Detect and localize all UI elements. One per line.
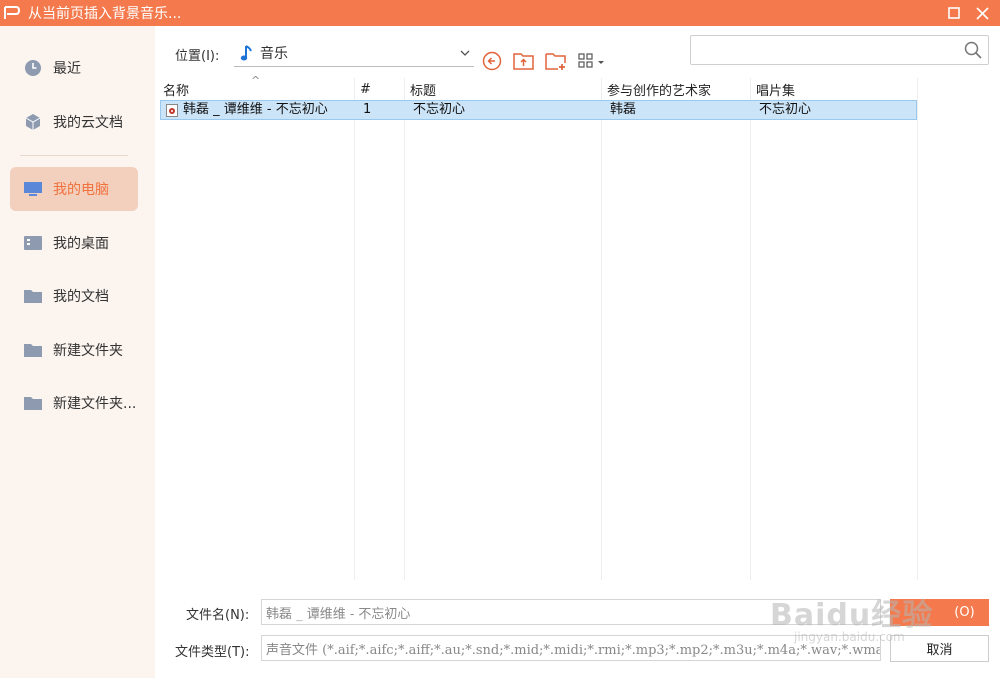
location-value: 音乐: [260, 46, 288, 62]
maximize-button[interactable]: [940, 0, 968, 26]
location-label: 位置(I):: [175, 48, 220, 64]
column-divider: [404, 78, 405, 580]
sidebar-item-cloud-docs[interactable]: 我的云文档: [10, 100, 138, 144]
up-folder-button[interactable]: [513, 50, 535, 72]
location-select[interactable]: 音乐: [234, 40, 474, 67]
column-header-artist[interactable]: 参与创作的艺术家: [601, 78, 750, 100]
close-button[interactable]: [968, 0, 996, 26]
monitor-icon: [24, 180, 42, 198]
file-list[interactable]: ^ 名称 # 标题 参与创作的艺术家 唱片集 韩磊 _ 谭维维 - 不忘初心 1…: [157, 74, 918, 580]
clock-icon: [24, 59, 42, 77]
search-box[interactable]: [690, 35, 989, 65]
sidebar-item-label: 最近: [53, 61, 81, 77]
sidebar-item-my-documents[interactable]: 我的文档: [10, 274, 138, 318]
music-note-icon: [240, 44, 256, 62]
cloud-cube-icon: [24, 113, 42, 131]
sidebar-item-label: 我的云文档: [53, 115, 123, 131]
cancel-button[interactable]: 取消: [890, 635, 989, 662]
sidebar-divider: [20, 155, 128, 156]
sidebar-item-label: 我的电脑: [53, 182, 109, 198]
chevron-down-icon: [460, 46, 470, 61]
new-folder-button[interactable]: [545, 50, 567, 72]
cell-name: 韩磊 _ 谭维维 - 不忘初心: [183, 102, 328, 117]
folder-icon: [24, 287, 42, 305]
column-header-title[interactable]: 标题: [404, 78, 601, 100]
column-divider: [917, 78, 918, 580]
sidebar-item-label: 我的桌面: [53, 236, 109, 252]
column-header-name[interactable]: 名称: [157, 78, 354, 100]
sidebar-item-my-computer[interactable]: 我的电脑: [10, 167, 138, 211]
sidebar-item-label: 我的文档: [53, 289, 109, 305]
open-button-label: (O): [954, 605, 975, 620]
filetype-select[interactable]: 声音文件 (*.aif;*.aifc;*.aiff;*.au;*.snd;*.m…: [261, 635, 881, 661]
column-header-number[interactable]: #: [354, 78, 404, 100]
desktop-icon: [24, 234, 42, 252]
app-logo-icon: [2, 3, 22, 23]
column-header-album[interactable]: 唱片集: [750, 78, 917, 100]
column-divider: [601, 78, 602, 580]
filename-input[interactable]: 韩磊 _ 谭维维 - 不忘初心: [261, 599, 881, 625]
sidebar-item-desktop[interactable]: 我的桌面: [10, 221, 138, 265]
title-bar: 从当前页插入背景音乐...: [0, 0, 1000, 26]
folder-icon: [24, 341, 42, 359]
sidebar-item-new-folder[interactable]: 新建文件夹: [10, 328, 138, 372]
search-input[interactable]: [697, 40, 957, 60]
search-icon[interactable]: [964, 41, 982, 59]
sidebar-item-label: 新建文件夹...: [53, 396, 137, 412]
location-bar: 位置(I):: [175, 40, 219, 68]
window-title: 从当前页插入背景音乐...: [28, 6, 182, 22]
cell-artist: 韩磊: [610, 102, 637, 117]
cell-title: 不忘初心: [413, 102, 466, 117]
back-button[interactable]: [481, 50, 503, 72]
folder-icon: [24, 394, 42, 412]
cell-number: 1: [363, 102, 372, 117]
cell-album: 不忘初心: [759, 102, 812, 117]
table-row[interactable]: 韩磊 _ 谭维维 - 不忘初心 1 不忘初心 韩磊 不忘初心: [160, 100, 917, 120]
sidebar: 最近 我的云文档 我的电脑 我的桌面 我的文档 新建文件夹 新建文件夹...: [0, 26, 155, 678]
sidebar-item-label: 新建文件夹: [53, 343, 123, 359]
column-divider: [354, 78, 355, 580]
view-menu-button[interactable]: [577, 50, 607, 72]
open-button[interactable]: (O): [890, 599, 989, 626]
sidebar-item-recent[interactable]: 最近: [10, 46, 138, 90]
column-divider: [750, 78, 751, 580]
filetype-label: 文件类型(T):: [175, 645, 250, 660]
sidebar-item-new-folder-2[interactable]: 新建文件夹...: [10, 381, 138, 425]
filename-label: 文件名(N):: [186, 608, 250, 623]
